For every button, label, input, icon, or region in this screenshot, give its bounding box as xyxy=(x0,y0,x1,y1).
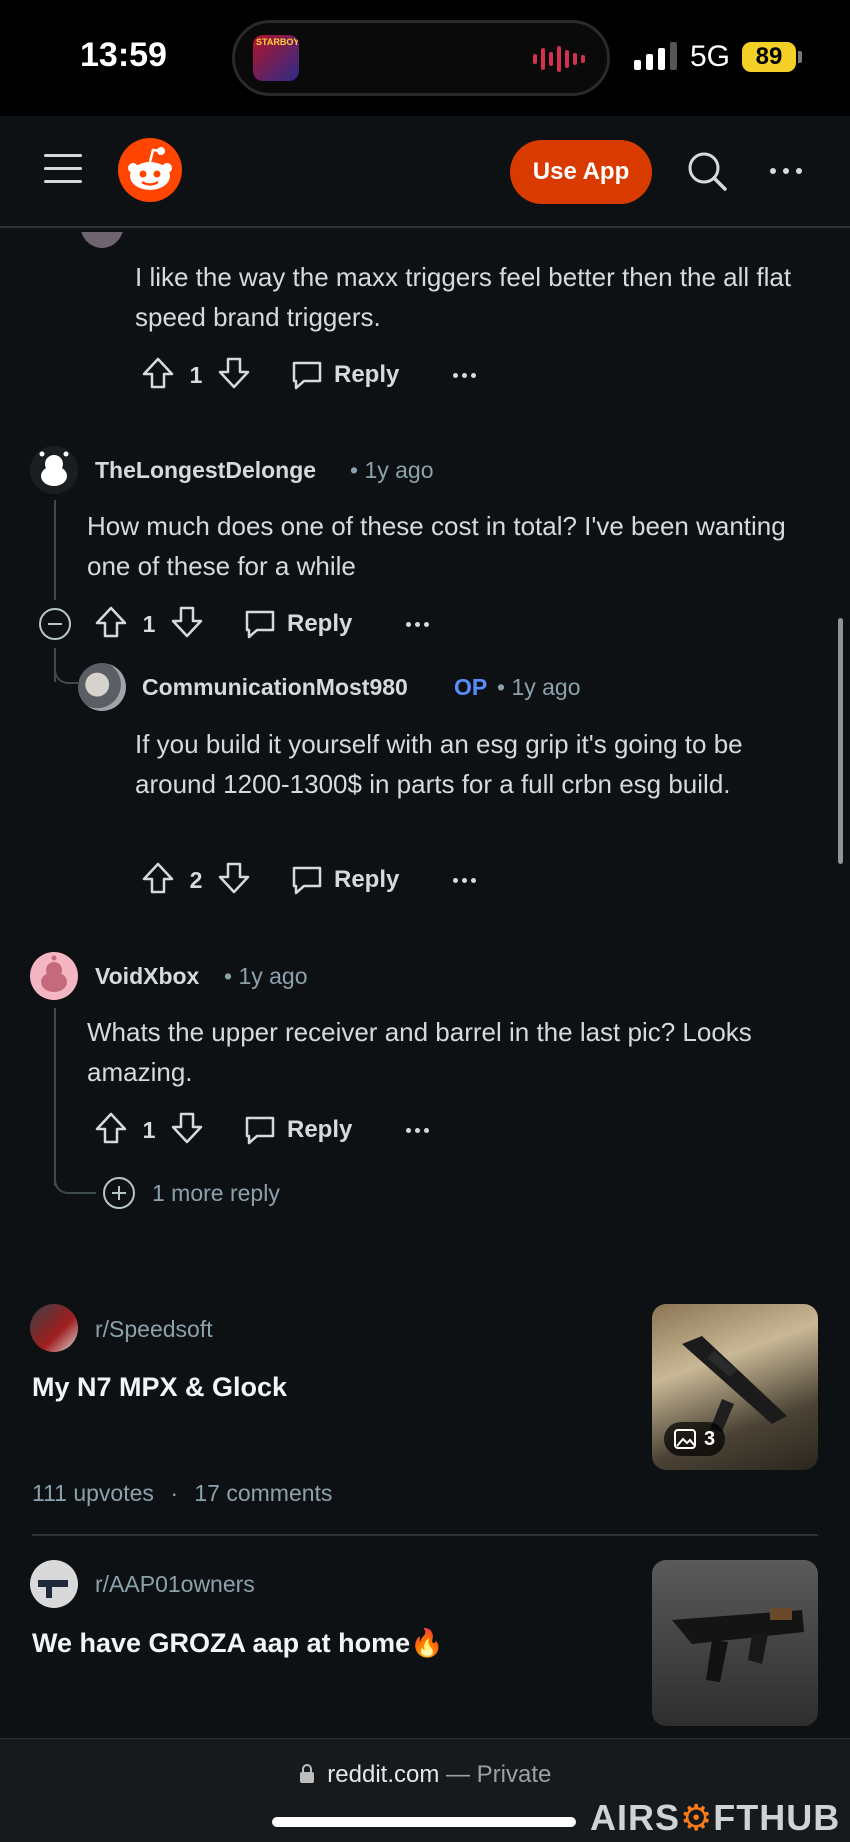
avatar[interactable] xyxy=(78,663,126,711)
comment-body: Whats the upper receiver and barrel in t… xyxy=(87,1017,752,1087)
image-count-badge: 3 xyxy=(664,1422,726,1456)
expand-plus-icon xyxy=(103,1177,135,1209)
comment-actions: 1 Reply xyxy=(93,602,430,646)
watermark-logo: AIRS⚙FTHUB xyxy=(590,1797,841,1838)
vote-count: 1 xyxy=(189,361,203,388)
more-icon[interactable] xyxy=(453,372,477,378)
more-icon[interactable] xyxy=(406,1127,430,1133)
upvote-icon[interactable] xyxy=(93,1110,129,1151)
reddit-logo[interactable] xyxy=(118,138,182,202)
status-bar: 13:59 STARBOY 5G 89 xyxy=(0,0,850,116)
post-thumbnail[interactable] xyxy=(652,1560,818,1726)
post-title[interactable]: My N7 MPX & Glock xyxy=(32,1372,592,1403)
comment-author[interactable]: VoidXbox xyxy=(95,963,199,990)
more-replies-button[interactable]: 1 more reply xyxy=(102,1176,280,1210)
thread-line xyxy=(54,500,56,600)
downvote-icon[interactable] xyxy=(169,604,205,645)
downvote-icon[interactable] xyxy=(169,1110,205,1151)
network-type: 5G xyxy=(690,40,731,73)
post-thumbnail[interactable]: 3 xyxy=(652,1304,818,1470)
reply-icon xyxy=(292,361,322,390)
cellular-signal-icon xyxy=(634,42,677,70)
top-navigation: Use App xyxy=(0,116,850,228)
menu-icon[interactable] xyxy=(44,154,82,184)
post-divider xyxy=(32,1534,818,1536)
upvote-count: 111 upvotes xyxy=(32,1480,154,1506)
thread-line xyxy=(54,1008,56,1186)
post-title[interactable]: We have GROZA aap at home🔥 xyxy=(32,1627,592,1659)
reply-button[interactable]: Reply xyxy=(290,864,399,896)
audio-waveform-icon xyxy=(533,45,585,73)
subreddit-name[interactable]: r/AAP01owners xyxy=(95,1571,255,1598)
vote-count: 1 xyxy=(142,1116,156,1143)
use-app-button[interactable]: Use App xyxy=(510,140,652,204)
home-indicator[interactable] xyxy=(272,1817,576,1827)
comment-body: If you build it yourself with an esg gri… xyxy=(135,729,743,799)
collapse-thread-icon[interactable] xyxy=(39,608,71,640)
battery-tip xyxy=(798,51,802,63)
comment-body: I like the way the maxx triggers feel be… xyxy=(135,262,792,332)
avatar[interactable] xyxy=(30,446,78,494)
more-icon[interactable] xyxy=(453,877,477,883)
search-icon[interactable] xyxy=(686,150,728,197)
reply-icon xyxy=(292,866,322,895)
avatar[interactable] xyxy=(30,952,78,1000)
comment-author[interactable]: TheLongestDelonge xyxy=(95,457,316,484)
more-options-icon[interactable] xyxy=(770,168,802,174)
comment-author[interactable]: CommunicationMost980 xyxy=(142,674,408,701)
url-domain: reddit.com xyxy=(327,1761,440,1788)
now-playing-artwork: STARBOY xyxy=(253,35,299,81)
gallery-icon xyxy=(674,1429,696,1449)
upvote-icon[interactable] xyxy=(93,604,129,645)
status-time: 13:59 xyxy=(80,36,167,74)
downvote-icon[interactable] xyxy=(216,860,252,901)
vote-count: 2 xyxy=(189,866,203,893)
comment-count: 17 comments xyxy=(194,1480,333,1506)
reply-button[interactable]: Reply xyxy=(243,1114,352,1146)
downvote-icon[interactable] xyxy=(216,355,252,396)
browser-bar: reddit.com — Private AIRS⚙FTHUB xyxy=(0,1738,850,1842)
artwork-text: STARBOY xyxy=(256,37,299,47)
comment-time: • 1y ago xyxy=(350,457,434,483)
subreddit-name[interactable]: r/Speedsoft xyxy=(95,1316,213,1343)
op-badge: OP xyxy=(454,674,488,700)
subreddit-icon[interactable] xyxy=(30,1560,78,1608)
vote-count: 1 xyxy=(142,610,156,637)
comment-body: How much does one of these cost in total… xyxy=(87,511,786,581)
rifle-image xyxy=(672,1608,804,1682)
lock-icon xyxy=(299,1764,314,1783)
more-icon[interactable] xyxy=(406,621,430,627)
comment-actions: 2 Reply xyxy=(140,858,477,902)
address-bar[interactable]: reddit.com — Private xyxy=(0,1761,850,1789)
battery-level: 89 xyxy=(742,42,796,72)
dynamic-island[interactable]: STARBOY xyxy=(232,20,610,96)
comment-time: • 1y ago xyxy=(497,674,581,700)
scrollbar[interactable] xyxy=(838,618,843,864)
reply-icon xyxy=(245,1116,275,1145)
comment-actions: 1 Reply xyxy=(140,353,477,397)
upvote-icon[interactable] xyxy=(140,860,176,901)
reply-button[interactable]: Reply xyxy=(243,608,352,640)
thread-connector xyxy=(54,1170,96,1194)
upvote-icon[interactable] xyxy=(140,355,176,396)
subreddit-icon[interactable] xyxy=(30,1304,78,1352)
comment-time: • 1y ago xyxy=(224,963,308,989)
thread-connector xyxy=(54,664,78,684)
comment-actions: 1 Reply xyxy=(93,1108,430,1152)
reply-button[interactable]: Reply xyxy=(290,359,399,391)
post-stats: 111 upvotes · 17 comments xyxy=(32,1480,333,1506)
reply-icon xyxy=(245,610,275,639)
